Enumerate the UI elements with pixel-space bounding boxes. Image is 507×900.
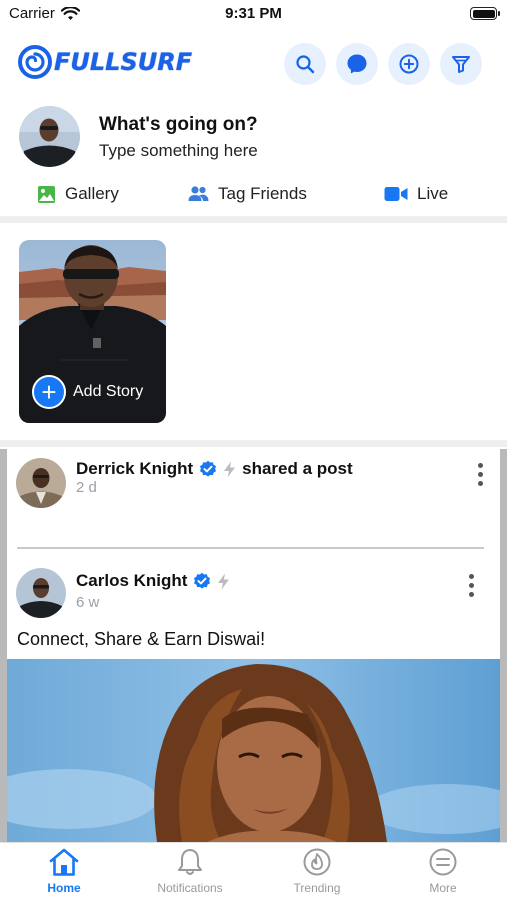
lightning-icon <box>218 573 230 589</box>
app-header: FULLSURF <box>0 36 507 90</box>
post-separator <box>17 547 484 549</box>
menu-icon <box>429 848 457 876</box>
search-icon <box>296 55 315 74</box>
filter-icon <box>452 56 470 73</box>
bell-icon <box>178 849 202 875</box>
post-action: shared a post <box>242 459 353 478</box>
live-button[interactable]: Live <box>384 184 448 204</box>
post-title: Derrick Knight shared a post <box>76 459 353 479</box>
post-options-button[interactable] <box>476 463 484 486</box>
post-composer: What's going on? Type something here Gal… <box>0 100 507 215</box>
post-time: 6 w <box>76 594 100 611</box>
post-text: Connect, Share & Earn Diswai! <box>17 629 266 649</box>
composer-input[interactable]: Type something here <box>99 141 258 161</box>
bottom-tab-bar: Home Notifications Trending More <box>0 842 507 900</box>
add-story-button[interactable]: + Add Story <box>32 375 143 409</box>
logo-wordmark: FULLSURF <box>54 48 193 76</box>
clock: 9:31 PM <box>225 5 282 22</box>
tag-friends-button[interactable]: Tag Friends <box>188 184 307 204</box>
tab-home[interactable]: Home <box>9 847 119 895</box>
tab-home-label: Home <box>47 881 81 895</box>
post-image <box>7 659 500 842</box>
add-story-label: Add Story <box>73 383 144 400</box>
add-circle-icon <box>399 54 419 74</box>
post-media[interactable] <box>7 659 500 842</box>
live-video-icon <box>384 187 408 201</box>
messages-button[interactable] <box>336 43 378 85</box>
user-avatar[interactable] <box>19 106 80 167</box>
composer-prompt: What's going on? <box>99 114 258 135</box>
verified-badge-icon <box>194 572 211 589</box>
tab-trending[interactable]: Trending <box>262 847 372 895</box>
tab-more-label: More <box>429 881 457 895</box>
verified-badge-icon <box>200 460 217 477</box>
swirl-logo-icon <box>18 45 52 79</box>
gallery-label: Gallery <box>65 184 119 203</box>
tab-notifications[interactable]: Notifications <box>135 847 245 895</box>
composer-actions: Gallery Tag Friends Live <box>0 184 507 208</box>
plus-icon: + <box>32 375 66 409</box>
app-logo[interactable]: FULLSURF <box>18 45 192 79</box>
tag-friends-label: Tag Friends <box>218 184 307 203</box>
section-divider-2 <box>0 440 507 447</box>
author-avatar[interactable] <box>16 568 66 618</box>
live-label: Live <box>417 184 449 203</box>
gallery-button[interactable]: Gallery <box>37 184 119 204</box>
author-avatar[interactable] <box>16 458 66 508</box>
status-bar: Carrier 9:31 PM <box>0 0 507 30</box>
tab-more[interactable]: More <box>388 847 498 895</box>
post-options-button[interactable] <box>467 574 475 597</box>
gallery-icon <box>38 185 55 203</box>
author-name[interactable]: Carlos Knight <box>76 571 187 591</box>
create-button[interactable] <box>388 43 430 85</box>
tab-trending-label: Trending <box>293 881 341 895</box>
home-icon <box>49 848 79 876</box>
filter-button[interactable] <box>440 43 482 85</box>
lightning-icon <box>224 461 236 477</box>
post-time: 2 d <box>76 479 97 496</box>
flame-icon <box>303 848 331 876</box>
tag-friends-icon <box>188 186 209 201</box>
news-feed: Derrick Knight shared a post 2 d Carlos … <box>0 449 507 842</box>
section-divider <box>0 216 507 223</box>
feed-content: Derrick Knight shared a post 2 d Carlos … <box>7 449 500 842</box>
add-story-card[interactable]: + Add Story <box>19 240 166 423</box>
battery-icon <box>470 7 500 20</box>
search-button[interactable] <box>284 43 326 85</box>
author-name[interactable]: Derrick Knight <box>76 459 193 479</box>
tab-notifications-label: Notifications <box>157 881 223 895</box>
messenger-icon <box>347 54 367 74</box>
post-title: Carlos Knight <box>76 571 230 591</box>
